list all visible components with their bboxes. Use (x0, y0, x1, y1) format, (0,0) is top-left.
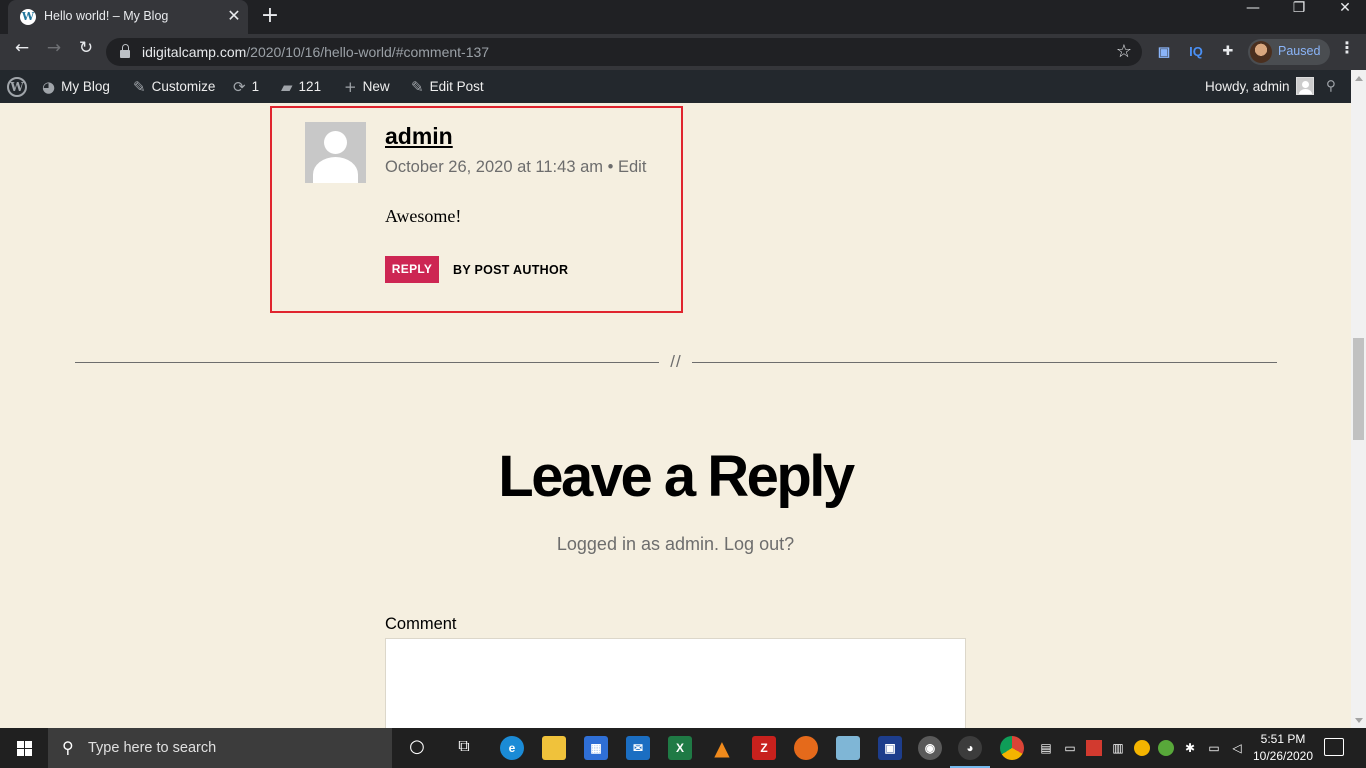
scroll-down-icon[interactable] (1355, 718, 1363, 723)
excel-icon[interactable]: X (668, 736, 692, 760)
comment-edit-link[interactable]: Edit (618, 158, 646, 176)
comment-author-avatar (305, 122, 366, 183)
app-icon[interactable] (836, 736, 860, 760)
minimize-icon[interactable]: — (1230, 0, 1276, 32)
comment-bubble-icon: ▰ (281, 78, 293, 96)
logged-in-as: Logged in as admin. Log out? (0, 534, 1351, 555)
pencil-icon: ✎ (411, 78, 424, 96)
restore-icon[interactable]: ❐ (1276, 0, 1322, 32)
iq-extension-icon[interactable]: IQ (1185, 42, 1207, 62)
comment-author-link[interactable]: admin (385, 123, 453, 150)
profile-avatar (1250, 41, 1272, 63)
url-text[interactable]: idigitalcamp.com/2020/10/16/hello-world/… (142, 44, 489, 60)
tray-settings-icon[interactable]: ✱ (1182, 740, 1198, 756)
plus-icon: + (344, 78, 357, 96)
back-icon[interactable]: ← (8, 38, 36, 66)
chrome-menu-icon[interactable]: ⋮ (1336, 38, 1358, 66)
filezilla-icon[interactable]: Z (752, 736, 776, 760)
admin-bar-customize[interactable]: ✎ Customize (133, 70, 215, 103)
lock-icon[interactable] (120, 44, 130, 58)
logout-link[interactable]: Log out? (724, 534, 794, 554)
comment-date-link[interactable]: October 26, 2020 at 11:43 am (385, 158, 603, 176)
browser-toolbar: ← → ↻ idigitalcamp.com/2020/10/16/hello-… (0, 34, 1366, 70)
chrome-profile-icon[interactable]: ◕ (958, 736, 982, 760)
separator-mark: // (670, 352, 682, 371)
scroll-up-icon[interactable] (1355, 76, 1363, 81)
screen-recorder-icon[interactable]: ▣ (878, 736, 902, 760)
admin-bar-search-icon[interactable]: ⚲ (1326, 70, 1336, 103)
media-player-icon[interactable]: ◉ (918, 736, 942, 760)
new-tab-icon[interactable]: + (258, 5, 282, 29)
start-button-icon[interactable] (0, 728, 48, 768)
cortana-icon[interactable]: ○ (405, 736, 429, 760)
forward-icon[interactable]: → (40, 38, 68, 66)
vlc-icon[interactable]: ▲ (710, 736, 734, 760)
separator-line-right (692, 362, 1277, 363)
admin-bar-site-name[interactable]: ◕ My Blog (42, 70, 110, 103)
file-explorer-icon[interactable] (542, 736, 566, 760)
scrollbar-thumb[interactable] (1353, 338, 1364, 440)
brush-icon: ✎ (133, 78, 146, 96)
updates-icon: ⟳ (233, 78, 246, 96)
notifications-icon[interactable] (1324, 738, 1344, 756)
tray-recorder-icon[interactable] (1086, 740, 1102, 756)
wp-admin-bar: W ◕ My Blog ✎ Customize ⟳ 1 ▰ 121 + New ✎ Edit… (0, 70, 1366, 103)
admin-bar-comments[interactable]: ▰ 121 (281, 70, 321, 103)
tray-network-drive-icon[interactable]: ▥ (1110, 740, 1126, 756)
clock-time: 5:51 PM (1260, 732, 1306, 746)
reply-button[interactable]: REPLY (385, 256, 439, 283)
admin-bar-updates[interactable]: ⟳ 1 (233, 70, 259, 103)
comment-textarea[interactable] (385, 638, 966, 728)
dashboard-icon: ◕ (42, 78, 56, 96)
mail-icon[interactable]: ✉ (626, 736, 650, 760)
windows-taskbar: ⚲ Type here to search ○ ⧉ e ▦ ✉ X ▲ Z ▣ … (0, 728, 1366, 768)
tab-close-icon[interactable]: ✕ (224, 6, 244, 26)
extensions-puzzle-icon[interactable]: ✚ (1217, 42, 1239, 62)
comment-meta: October 26, 2020 at 11:43 am • Edit (385, 158, 647, 176)
admin-bar-edit-post[interactable]: ✎ Edit Post (411, 70, 484, 103)
separator-line-left (75, 362, 659, 363)
screen-capture-extension-icon[interactable]: ▣ (1153, 42, 1175, 62)
wordpress-logo-icon[interactable]: W (7, 77, 27, 97)
tray-chat-icon[interactable]: ▭ (1062, 740, 1078, 756)
volume-icon[interactable]: ◁ (1229, 740, 1245, 756)
taskbar-search-placeholder: Type here to search (88, 740, 217, 756)
taskbar-clock[interactable]: 5:51 PM 10/26/2020 (1252, 731, 1314, 765)
tab-title: Hello world! – My Blog (44, 9, 169, 23)
search-icon: ⚲ (62, 738, 74, 757)
logged-in-text[interactable]: Logged in as admin. (557, 534, 719, 554)
tray-security-icon[interactable] (1158, 740, 1174, 756)
edge-icon[interactable]: e (500, 736, 524, 760)
reload-icon[interactable]: ↻ (72, 38, 100, 66)
browser-tab-strip: W Hello world! – My Blog ✕ + — ❐ ✕ (0, 0, 1366, 34)
address-bar[interactable]: idigitalcamp.com/2020/10/16/hello-world/… (106, 38, 1142, 66)
reply-form-title: Leave a Reply (498, 444, 855, 509)
window-close-icon[interactable]: ✕ (1322, 0, 1366, 32)
admin-bar-new[interactable]: + New (344, 70, 390, 103)
firefox-icon[interactable] (794, 736, 818, 760)
wordpress-favicon-icon: W (20, 9, 36, 25)
browser-tab[interactable]: W Hello world! – My Blog ✕ (8, 0, 248, 34)
profile-button[interactable]: Paused (1248, 39, 1330, 65)
page-content: admin October 26, 2020 at 11:43 am • Edi… (0, 103, 1351, 728)
chrome-icon[interactable] (1000, 736, 1024, 760)
tray-chrome-icon[interactable] (1134, 740, 1150, 756)
task-view-icon[interactable]: ⧉ (452, 736, 476, 760)
bookmark-star-icon[interactable]: ☆ (1116, 41, 1132, 62)
network-icon[interactable]: ▭ (1206, 740, 1222, 756)
store-icon[interactable]: ▦ (584, 736, 608, 760)
taskbar-search[interactable]: ⚲ Type here to search (48, 728, 392, 768)
clock-date: 10/26/2020 (1252, 749, 1314, 763)
comment-field-label: Comment (385, 615, 457, 633)
admin-avatar (1295, 77, 1314, 95)
comment-text: Awesome! (385, 206, 462, 226)
tray-app-icon[interactable]: ▤ (1038, 740, 1054, 756)
page-scrollbar[interactable] (1351, 70, 1366, 728)
post-author-badge: BY POST AUTHOR (453, 263, 569, 277)
profile-status: Paused (1278, 44, 1321, 58)
admin-bar-account[interactable]: Howdy, admin (1205, 70, 1314, 103)
